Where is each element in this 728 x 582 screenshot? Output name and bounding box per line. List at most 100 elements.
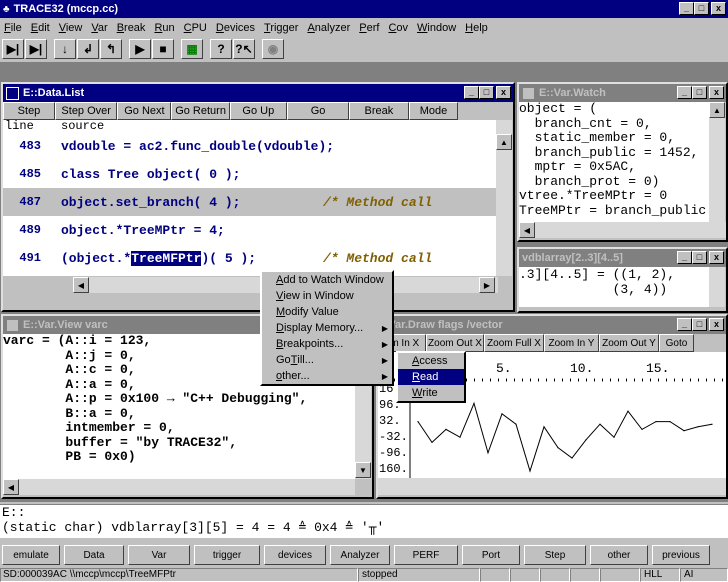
data-point [599,423,601,425]
maximize-button[interactable]: □ [692,318,707,331]
close-button[interactable]: x [711,2,726,15]
minimize-button[interactable]: _ [679,2,694,15]
menu-edit[interactable]: Edit [31,22,50,34]
submenu-item-write[interactable]: Write [398,385,464,401]
menu-help[interactable]: Help [465,22,488,34]
var-line: B::a = 0, [3,405,136,421]
softkey-trigger[interactable]: trigger [194,545,260,565]
horizontal-scrollbar[interactable] [378,478,726,495]
softkey-var[interactable]: Var [128,545,190,565]
button-goto[interactable]: Goto [659,334,694,352]
maximize-button[interactable]: □ [694,2,709,15]
go-icon[interactable]: ▶ [129,39,151,59]
button-step[interactable]: Step [3,102,55,120]
up-icon[interactable]: ↰ [100,39,122,59]
stop-icon[interactable]: ◉ [262,39,284,59]
source-code: vdouble = ac2.func_double(vdouble); [61,138,335,154]
softkey-emulate[interactable]: emulate [2,545,60,565]
softkey-data[interactable]: Data [64,545,124,565]
source-row[interactable]: 491 (object.*TreeMFPtr)( 5 ); /* Method ca… [3,244,498,272]
source-row[interactable]: 485 class Tree object( 0 ); [3,160,498,188]
window-icon[interactable]: ▦ [181,39,203,59]
context-item-modify-value[interactable]: Modify Value [262,304,392,320]
scroll-right-icon[interactable]: ▶ [479,277,495,293]
horizontal-scrollbar[interactable]: ◀ [519,222,726,238]
minimize-button[interactable]: _ [464,86,479,99]
menu-run[interactable]: Run [154,22,174,34]
vdblarray-window: vdblarray[2..3][4..5] _ □ x .3][4..5] = … [517,247,728,313]
context-item-display-memory-[interactable]: Display Memory... ▶ [262,320,392,336]
context-item-add-to-watch-window[interactable]: Add to Watch Window [262,272,392,288]
context-item-view-in-window[interactable]: View in Window [262,288,392,304]
button-go[interactable]: Go [286,102,350,120]
scroll-up-icon[interactable]: ▲ [496,134,512,150]
menu-devices[interactable]: Devices [216,22,255,34]
minimize-button[interactable]: _ [677,86,692,99]
menu-cpu[interactable]: CPU [184,22,207,34]
scroll-up-icon[interactable]: ▲ [709,102,725,118]
button-break[interactable]: Break [349,102,409,120]
menu-analyzer[interactable]: Analyzer [307,22,350,34]
softkey-previous[interactable]: previous [652,545,710,565]
vertical-scrollbar[interactable]: ▲ [709,102,725,222]
return-icon[interactable]: ↲ [77,39,99,59]
scroll-left-icon[interactable]: ◀ [73,277,89,293]
softkey-perf[interactable]: PERF [394,545,458,565]
scroll-left-icon[interactable]: ◀ [3,479,19,495]
source-row[interactable]: 487 object.set_branch( 4 ); /* Method call [3,188,498,216]
button-mode[interactable]: Mode [408,102,459,120]
context-item-other-[interactable]: o ther... ▶ [262,368,392,384]
softkey-port[interactable]: Port [462,545,520,565]
menu-cov[interactable]: Cov [388,22,408,34]
help-icon[interactable]: ? [210,39,232,59]
vertical-scrollbar[interactable] [709,267,725,307]
button-zoom-full-x[interactable]: Zoom Full X [484,334,544,352]
step-over-icon[interactable]: ▶| [25,39,47,59]
button-go-up[interactable]: Go Up [229,102,287,120]
context-help-icon[interactable]: ?↖ [233,39,255,59]
menu-view[interactable]: View [59,22,83,34]
menu-var[interactable]: Var [91,22,107,34]
softkey-other[interactable]: other [590,545,648,565]
command-area[interactable]: E:: (static char) vdblarray[3][5] = 4 = … [0,504,728,538]
menu-trigger[interactable]: Trigger [264,22,298,34]
step-into-icon[interactable]: ↓ [54,39,76,59]
button-zoom-out-y[interactable]: Zoom Out Y [599,334,659,352]
close-button[interactable]: x [709,251,724,264]
horizontal-scrollbar[interactable]: ◀ [3,479,355,495]
close-button[interactable]: x [709,86,724,99]
vertical-scrollbar[interactable]: ▲ [496,120,512,276]
source-row[interactable]: 483 vdouble = ac2.func_double(vdouble); [3,132,498,160]
menu-break[interactable]: Break [117,22,146,34]
source-row[interactable]: 489 object.*TreeMPtr = 4; [3,216,498,244]
maximize-button[interactable]: □ [692,86,707,99]
step-icon[interactable]: ▶| [2,39,24,59]
button-zoom-in-y[interactable]: Zoom In Y [544,334,599,352]
menu-file[interactable]: File [4,22,22,34]
data-point [585,439,587,441]
context-item-go-till-[interactable]: Go Till... ▶ [262,352,392,368]
menu-window[interactable]: Window [417,22,456,34]
maximize-button[interactable]: □ [479,86,494,99]
close-button[interactable]: x [709,318,724,331]
close-button[interactable]: x [496,86,511,99]
source-listing: line source 483 vdouble = ac2.func_double… [3,120,498,276]
data-point [571,457,573,459]
button-go-return[interactable]: Go Return [171,102,230,120]
button-zoom-out-x[interactable]: Zoom Out X [426,334,484,352]
scroll-down-icon[interactable]: ▼ [355,462,371,478]
softkey-analyzer[interactable]: Analyzer [330,545,390,565]
maximize-button[interactable]: □ [692,251,707,264]
softkey-devices[interactable]: devices [264,545,326,565]
button-step-over[interactable]: Step Over [55,102,118,120]
submenu-item-read[interactable]: Read [398,369,464,385]
break-icon[interactable]: ■ [152,39,174,59]
minimize-button[interactable]: _ [677,251,692,264]
minimize-button[interactable]: _ [677,318,692,331]
button-go-next[interactable]: Go Next [117,102,172,120]
menu-perf[interactable]: Perf [359,22,379,34]
context-item-breakpoints-[interactable]: Breakpoints... ▶ [262,336,392,352]
softkey-step[interactable]: Step [524,545,586,565]
scroll-left-icon[interactable]: ◀ [519,222,535,238]
submenu-item-access[interactable]: Access [398,353,464,369]
